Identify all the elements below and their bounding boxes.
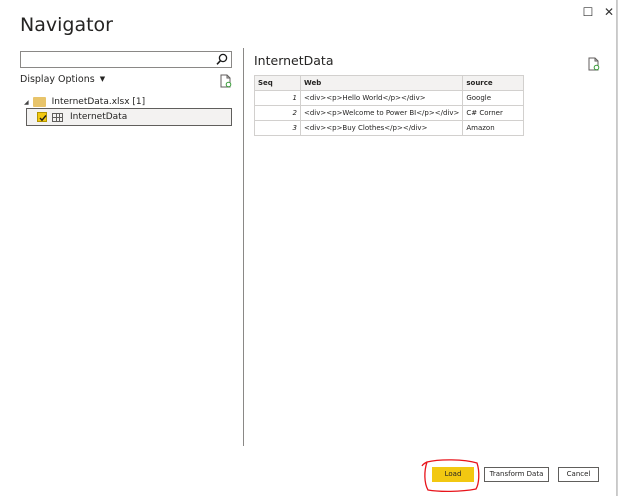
column-header-seq[interactable]: Seq: [254, 75, 301, 91]
cell-web: <div><p>Buy Clothes</p></div>: [299, 120, 464, 136]
table-row: 1 <div><p>Hello World</p></div> Google: [254, 90, 525, 106]
transform-data-button[interactable]: Transform Data: [484, 467, 549, 482]
folder-icon: [32, 97, 46, 107]
search-icon[interactable]: [215, 52, 229, 67]
checkbox-checked-icon[interactable]: [37, 112, 47, 122]
maximize-button[interactable]: ☐: [580, 4, 596, 20]
cell-source: Amazon: [462, 120, 525, 136]
chevron-down-icon: ▼: [99, 75, 106, 83]
close-button[interactable]: ✕: [601, 4, 617, 20]
panel-divider[interactable]: [243, 48, 244, 446]
cell-web: <div><p>Welcome to Power BI</p></div>: [299, 105, 464, 121]
cell-seq: 3: [254, 120, 301, 136]
navigator-dialog: ☐ ✕ Navigator Display Options ▼ ◢ Interne…: [0, 0, 617, 496]
background-edge: [617, 0, 624, 496]
search-input[interactable]: [23, 53, 213, 66]
column-header-web[interactable]: Web: [299, 75, 464, 91]
cell-source: C# Corner: [462, 105, 525, 121]
cell-seq: 2: [254, 105, 301, 121]
tree-item-sheet[interactable]: InternetData: [26, 108, 232, 126]
maximize-icon: ☐: [582, 5, 594, 19]
cell-web: <div><p>Hello World</p></div>: [299, 90, 464, 106]
expand-triangle-icon[interactable]: ◢: [24, 99, 29, 106]
preview-table: Seq Web source 1 <div><p>Hello World</p>…: [254, 75, 525, 136]
refresh-page-icon[interactable]: [587, 56, 600, 71]
tree-item-sheet-label: InternetData: [70, 112, 128, 122]
table-row: 3 <div><p>Buy Clothes</p></div> Amazon: [254, 120, 525, 136]
display-options-dropdown[interactable]: Display Options ▼: [20, 74, 105, 85]
search-box[interactable]: [20, 51, 232, 68]
cell-source: Google: [462, 90, 525, 106]
table-row: 2 <div><p>Welcome to Power BI</p></div> …: [254, 105, 525, 121]
cancel-button[interactable]: Cancel: [558, 467, 599, 482]
refresh-page-icon[interactable]: [219, 73, 232, 88]
cell-seq: 1: [254, 90, 301, 106]
tree-item-file[interactable]: ◢ InternetData.xlsx [1]: [24, 95, 145, 109]
close-icon: ✕: [603, 5, 615, 19]
tree-item-file-label: InternetData.xlsx [1]: [51, 97, 146, 107]
table-icon: [52, 112, 63, 122]
display-options-label: Display Options: [20, 74, 95, 85]
dialog-title: Navigator: [20, 14, 113, 36]
load-button[interactable]: Load: [432, 467, 474, 482]
preview-title: InternetData: [254, 53, 334, 68]
table-header-row: Seq Web source: [254, 75, 525, 91]
column-header-source[interactable]: source: [462, 75, 525, 91]
